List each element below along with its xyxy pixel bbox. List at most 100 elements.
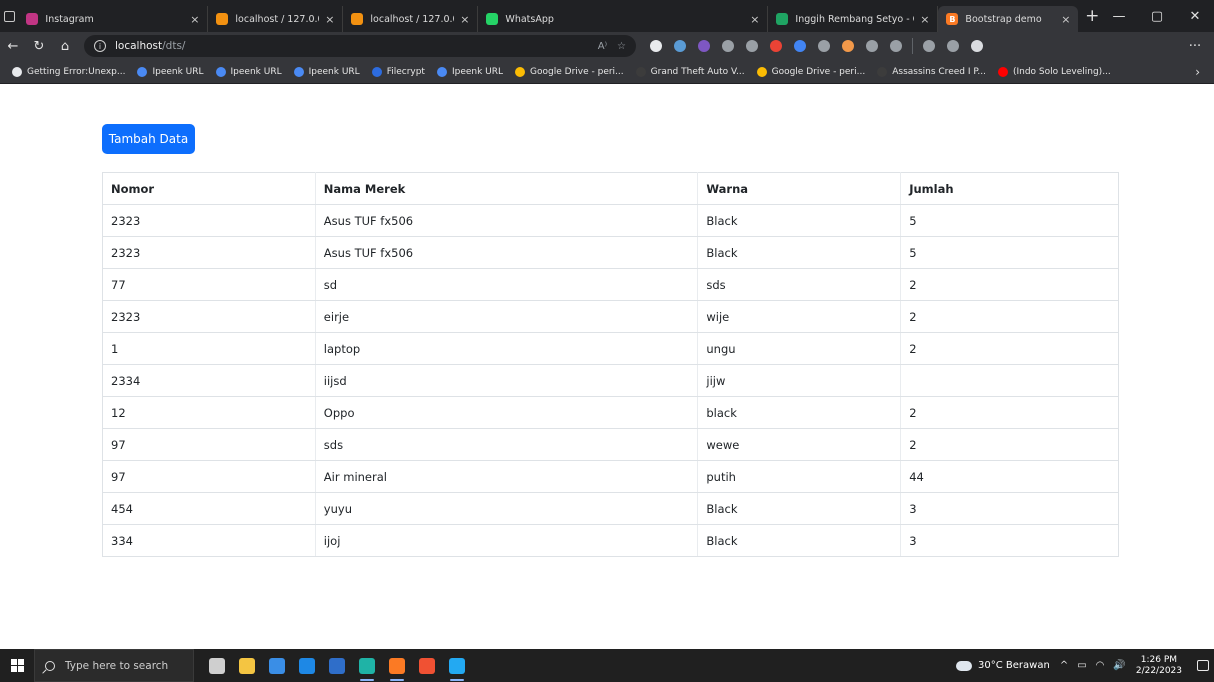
tab-close-icon[interactable]: × [325, 13, 334, 26]
bookmark-favicon-icon [293, 66, 304, 77]
maximize-button[interactable]: ▢ [1138, 0, 1176, 32]
taskbar-app-edge[interactable] [352, 649, 382, 682]
extension-icon[interactable] [860, 34, 884, 58]
extension-icon[interactable] [668, 34, 692, 58]
settings-more-button[interactable]: ··· [1182, 32, 1208, 60]
start-button[interactable] [0, 649, 34, 682]
extension-icon[interactable] [788, 34, 812, 58]
taskbar-app-mail[interactable] [292, 649, 322, 682]
extension-icon[interactable] [740, 34, 764, 58]
table-cell: 2 [900, 268, 1119, 301]
extension-icon[interactable] [941, 34, 965, 58]
column-header: Warna [697, 172, 902, 205]
bookmark-item[interactable]: Ipeenk URL [210, 66, 288, 77]
table-cell: 2323 [102, 204, 316, 237]
bookmark-item[interactable]: Assassins Creed I P... [871, 66, 992, 77]
minimize-button[interactable]: — [1100, 0, 1138, 32]
tab-close-icon[interactable]: × [460, 13, 469, 26]
notification-center-button[interactable] [1192, 649, 1214, 682]
bookmark-favicon-icon [997, 66, 1008, 77]
favorite-star-icon[interactable]: ☆ [617, 41, 626, 52]
taskbar-app-store[interactable] [262, 649, 292, 682]
home-button[interactable]: ⌂ [52, 32, 78, 60]
table-cell: Asus TUF fx506 [315, 204, 699, 237]
tab-favicon-icon [486, 13, 499, 25]
bookmark-label: Ipeenk URL [308, 66, 360, 77]
data-table: Nomor Nama Merek Warna Jumlah 2323 Asus TUF … [102, 172, 1119, 557]
show-hidden-icons-icon[interactable]: ^ [1060, 660, 1068, 671]
table-cell: 3 [900, 492, 1119, 525]
taskbar-app-vscode[interactable] [442, 649, 472, 682]
taskbar-app-xampp[interactable] [382, 649, 412, 682]
taskbar-app-task-view[interactable] [202, 649, 232, 682]
extension-icon[interactable] [764, 34, 788, 58]
taskbar-search-input[interactable]: Type here to search [34, 649, 194, 682]
system-tray: 30°C Berawan ^ ▭ ◠ 🔊 1:26 PM 2/22/2023 [956, 649, 1214, 682]
bookmark-item[interactable]: Ipeenk URL [431, 66, 509, 77]
new-tab-button[interactable]: + [1084, 6, 1100, 26]
bookmark-favicon-icon [436, 66, 447, 77]
tab-list: Instagram × localhost / 127.0.0.1 / db_vi ×… [18, 0, 1079, 32]
browser-tab[interactable]: localhost / 127.0.0.1 / db_vi × [343, 6, 479, 32]
table-row: 454 yuyu Black 3 [102, 492, 1119, 525]
extension-icon[interactable] [812, 34, 836, 58]
read-aloud-icon[interactable]: A⁾ [598, 41, 607, 52]
tab-actions-button[interactable] [0, 0, 18, 32]
table-row: 1 laptop ungu 2 [102, 332, 1119, 365]
taskbar-app-git[interactable] [412, 649, 442, 682]
add-data-button[interactable]: Tambah Data [102, 124, 195, 154]
browser-tab[interactable]: B Bootstrap demo × [938, 6, 1079, 32]
table-cell [900, 364, 1119, 397]
browser-tab[interactable]: Inggih Rembang Setyo - Go × [768, 6, 939, 32]
extension-icon[interactable] [965, 34, 989, 58]
table-row: 2323 Asus TUF fx506 Black 5 [102, 204, 1119, 237]
table-cell: Black [697, 524, 902, 557]
windows-taskbar: Type here to search 30°C Berawan ^ ▭ ◠ 🔊… [0, 649, 1214, 682]
bookmark-item[interactable]: Google Drive - peri... [751, 66, 872, 77]
reload-button[interactable]: ↻ [26, 32, 52, 60]
extension-icon[interactable] [917, 34, 941, 58]
bookmark-item[interactable]: Grand Theft Auto V... [630, 66, 751, 77]
tab-close-icon[interactable]: × [750, 13, 759, 26]
bookmark-item[interactable]: Google Drive - peri... [509, 66, 630, 77]
extension-icon[interactable] [692, 34, 716, 58]
extensions-toolbar [644, 34, 989, 58]
weather-widget[interactable]: 30°C Berawan [956, 660, 1050, 671]
site-info-icon[interactable]: i [94, 40, 106, 52]
tab-close-icon[interactable]: × [190, 13, 199, 26]
browser-tab[interactable]: Instagram × [18, 6, 209, 32]
browser-tab[interactable]: WhatsApp × [478, 6, 769, 32]
taskbar-app-app[interactable] [322, 649, 352, 682]
volume-icon[interactable]: 🔊 [1113, 660, 1125, 671]
taskbar-app-file-explorer[interactable] [232, 649, 262, 682]
extension-icon[interactable] [716, 34, 740, 58]
bookmarks-overflow-button[interactable]: › [1195, 65, 1214, 79]
clock[interactable]: 1:26 PM 2/22/2023 [1136, 655, 1182, 677]
close-window-button[interactable]: ✕ [1176, 0, 1214, 32]
notification-icon [1197, 660, 1209, 671]
more-icon: ··· [1188, 38, 1202, 54]
bookmark-item[interactable]: Ipeenk URL [131, 66, 209, 77]
bookmark-label: Google Drive - peri... [771, 66, 866, 77]
table-cell: Asus TUF fx506 [315, 236, 699, 269]
battery-icon[interactable]: ▭ [1077, 660, 1086, 671]
wifi-icon[interactable]: ◠ [1096, 660, 1105, 671]
bookmark-item[interactable]: Filecrypt [366, 66, 431, 77]
tab-close-icon[interactable]: × [1061, 13, 1070, 26]
bookmark-item[interactable]: (Indo Solo Leveling)... [992, 66, 1117, 77]
table-cell: 97 [102, 428, 316, 461]
url-path: /dts/ [162, 40, 186, 52]
tab-close-icon[interactable]: × [920, 13, 929, 26]
bookmark-item[interactable]: Getting Error:Unexp... [6, 66, 131, 77]
extension-icon[interactable] [884, 34, 908, 58]
bookmark-item[interactable]: Ipeenk URL [288, 66, 366, 77]
browser-tab[interactable]: localhost / 127.0.0.1 / db_vi × [208, 6, 344, 32]
bookmark-label: Google Drive - peri... [530, 66, 624, 77]
column-header: Jumlah [900, 172, 1119, 205]
extension-icon[interactable] [644, 34, 668, 58]
clock-time: 1:26 PM [1140, 654, 1178, 665]
back-button[interactable]: ← [0, 32, 26, 60]
extension-icon[interactable] [836, 34, 860, 58]
table-cell: 2323 [102, 300, 316, 333]
url-input[interactable]: i localhost/dts/ A⁾ ☆ [84, 35, 636, 57]
